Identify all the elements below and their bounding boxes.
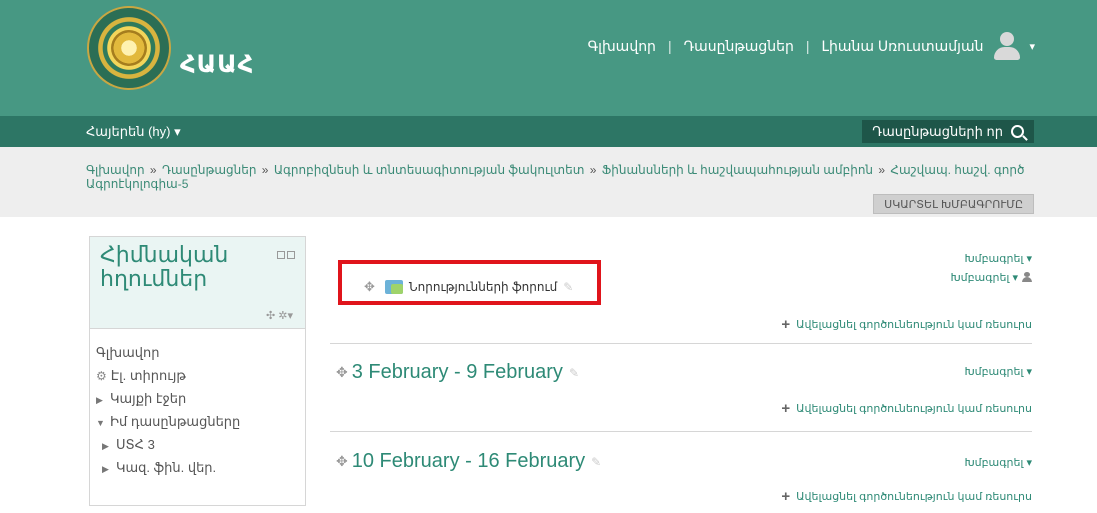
add-activity-label: Ավելացնել գործունեություն կամ ռեսուրս xyxy=(796,491,1032,503)
expand-icon: ▶ xyxy=(102,441,109,451)
language-bar: Հայերեն (hy) ▾ Դասընթացների որ xyxy=(0,116,1097,147)
section-title: ✥ 3 February - 9 February ✎ xyxy=(336,361,579,384)
breadcrumb-item[interactable]: Ֆինանսների և հաշվապահության ամբիոն xyxy=(602,163,873,177)
edit-title-icon[interactable]: ✎ xyxy=(563,280,573,294)
add-activity-label: Ավելացնել գործունեություն կամ ռեսուրս xyxy=(796,319,1032,331)
breadcrumb-separator: » xyxy=(878,163,889,177)
nav-item-label: Կազ. ֆին. վեր. xyxy=(116,460,217,475)
breadcrumb-separator: » xyxy=(261,163,272,177)
user-avatar-icon[interactable] xyxy=(993,32,1021,60)
user-menu-caret-icon[interactable]: ▾ xyxy=(1029,40,1035,53)
add-activity-link[interactable]: + Ավելացնել գործունեություն կամ ռեսուրս xyxy=(781,400,1032,417)
move-icon[interactable]: ✥ xyxy=(336,453,348,470)
section-title-text[interactable]: 10 February - 16 February xyxy=(352,450,585,473)
expand-icon: ▶ xyxy=(102,464,109,474)
nav-item-site[interactable]: ⚙ Էլ. տիրույթ xyxy=(90,364,305,387)
section-edit-menu[interactable]: Խմբագրել ▾ xyxy=(964,456,1032,469)
section-edit-menu[interactable]: Խմբագրել ▾ xyxy=(964,365,1032,378)
nav-item-label: ՍՏՀ 3 xyxy=(116,437,155,452)
add-activity-link[interactable]: + Ավելացնել գործունեություն կամ ռեսուրս xyxy=(781,316,1032,333)
course-section-week: ✥ 3 February - 9 February ✎ xyxy=(330,345,1032,432)
nav-item-label: Կայքի էջեր xyxy=(110,391,187,406)
dock-block-icon[interactable] xyxy=(287,251,295,259)
activity-edit-menu[interactable]: Խմբագրել ▾ xyxy=(950,271,1032,284)
edit-title-icon[interactable]: ✎ xyxy=(569,366,579,380)
breadcrumb-separator: » xyxy=(589,163,600,177)
nav-separator: | xyxy=(667,38,672,54)
navigation-tree: Գլխավոր ⚙ Էլ. տիրույթ ▶ Կայքի էջեր ▼ Իմ դաս… xyxy=(90,329,305,479)
site-brand[interactable]: ՀԱԱՀ xyxy=(180,50,254,79)
breadcrumb-bar: Գլխավոր » Դասընթացներ » Ագրոբիզնեսի և տն… xyxy=(0,147,1097,217)
course-search-button[interactable]: Դասընթացների որ xyxy=(862,120,1034,143)
university-logo[interactable] xyxy=(87,6,171,90)
section-title: ✥ 10 February - 16 February ✎ xyxy=(336,450,601,473)
section-edit-menu[interactable]: Խմբագրել ▾ xyxy=(964,252,1032,265)
search-icon xyxy=(1011,125,1024,138)
nav-item-label: Էլ. տիրույթ xyxy=(110,368,186,383)
course-search-label: Դասընթացների որ xyxy=(872,123,1003,139)
nav-item-home[interactable]: Գլխավոր xyxy=(90,341,305,364)
move-icon[interactable]: ✥ xyxy=(364,279,375,295)
breadcrumb-item[interactable]: Դասընթացներ xyxy=(162,163,257,177)
breadcrumb-item[interactable]: Գլխավոր xyxy=(86,163,145,177)
plus-icon: + xyxy=(781,316,791,333)
hide-block-icon[interactable] xyxy=(277,251,285,259)
nav-item-course[interactable]: ▶ Կազ. ֆին. վեր. xyxy=(90,456,305,479)
nav-separator: | xyxy=(805,38,810,54)
forum-activity[interactable]: ✥ Նորությունների ֆորում ✎ xyxy=(364,279,573,295)
logo-emblem-icon xyxy=(111,30,147,66)
nav-home-link[interactable]: Գլխավոր xyxy=(588,38,656,55)
nav-courses-link[interactable]: Դասընթացներ xyxy=(684,38,794,55)
block-title: Հիմնական հղումներ xyxy=(100,242,229,291)
add-activity-link[interactable]: + Ավելացնել գործունեություն կամ ռեսուրս xyxy=(781,488,1032,505)
expand-icon: ▶ xyxy=(96,395,103,405)
gear-icon[interactable]: ✲▾ xyxy=(278,310,293,322)
language-selector[interactable]: Հայերեն (hy) ▾ xyxy=(86,124,181,140)
nav-item-course[interactable]: ▶ ՍՏՀ 3 xyxy=(90,433,305,456)
block-header: Հիմնական հղումներ ✣ ✲▾ xyxy=(90,237,305,329)
site-icon: ⚙ xyxy=(96,369,107,383)
section-title-text[interactable]: 3 February - 9 February xyxy=(352,361,563,384)
nav-item-my-courses[interactable]: ▼ Իմ դասընթացները xyxy=(90,410,305,433)
site-header: ՀԱԱՀ Գլխավոր | Դասընթացներ | Լիանա Սռուս… xyxy=(0,0,1097,116)
collapse-icon: ▼ xyxy=(96,418,105,428)
breadcrumb: Գլխավոր » Դասընթացներ » Ագրոբիզնեսի և տն… xyxy=(86,163,1097,191)
block-dock-controls[interactable] xyxy=(277,251,295,259)
navigation-block: Հիմնական հղումներ ✣ ✲▾ Գլխավոր ⚙ Էլ. տիրո… xyxy=(89,236,306,506)
breadcrumb-item[interactable]: Ագրոբիզնեսի և տնտեսագիտության ֆակուլտետ xyxy=(274,163,585,177)
move-icon[interactable]: ✥ xyxy=(336,364,348,381)
block-actions[interactable]: ✣ ✲▾ xyxy=(266,309,293,322)
nav-item-site-pages[interactable]: ▶ Կայքի էջեր xyxy=(90,387,305,410)
nav-item-label: Իմ դասընթացները xyxy=(110,414,241,429)
move-icon[interactable]: ✣ xyxy=(266,310,275,322)
group-mode-icon[interactable] xyxy=(1022,272,1032,282)
forum-activity-link[interactable]: Նորությունների ֆորում xyxy=(409,280,557,294)
forum-icon xyxy=(384,280,403,294)
user-name-link[interactable]: Լիանա Սռուստամյան xyxy=(821,38,983,55)
nav-item-label: Գլխավոր xyxy=(96,345,160,360)
add-activity-label: Ավելացնել գործունեություն կամ ռեսուրս xyxy=(796,403,1032,415)
plus-icon: + xyxy=(781,488,791,505)
top-navigation: Գլխավոր | Դասընթացներ | Լիանա Սռուստամյա… xyxy=(588,32,1035,60)
plus-icon: + xyxy=(781,400,791,417)
activity-edit-label: Խմբագրել ▾ xyxy=(950,272,1018,284)
turn-editing-off-button[interactable]: ՍԿԱՐՏԵԼ ԽՄԲԱԳՐՈՒՄԸ xyxy=(873,194,1034,214)
breadcrumb-separator: » xyxy=(149,163,160,177)
edit-title-icon[interactable]: ✎ xyxy=(591,455,601,469)
